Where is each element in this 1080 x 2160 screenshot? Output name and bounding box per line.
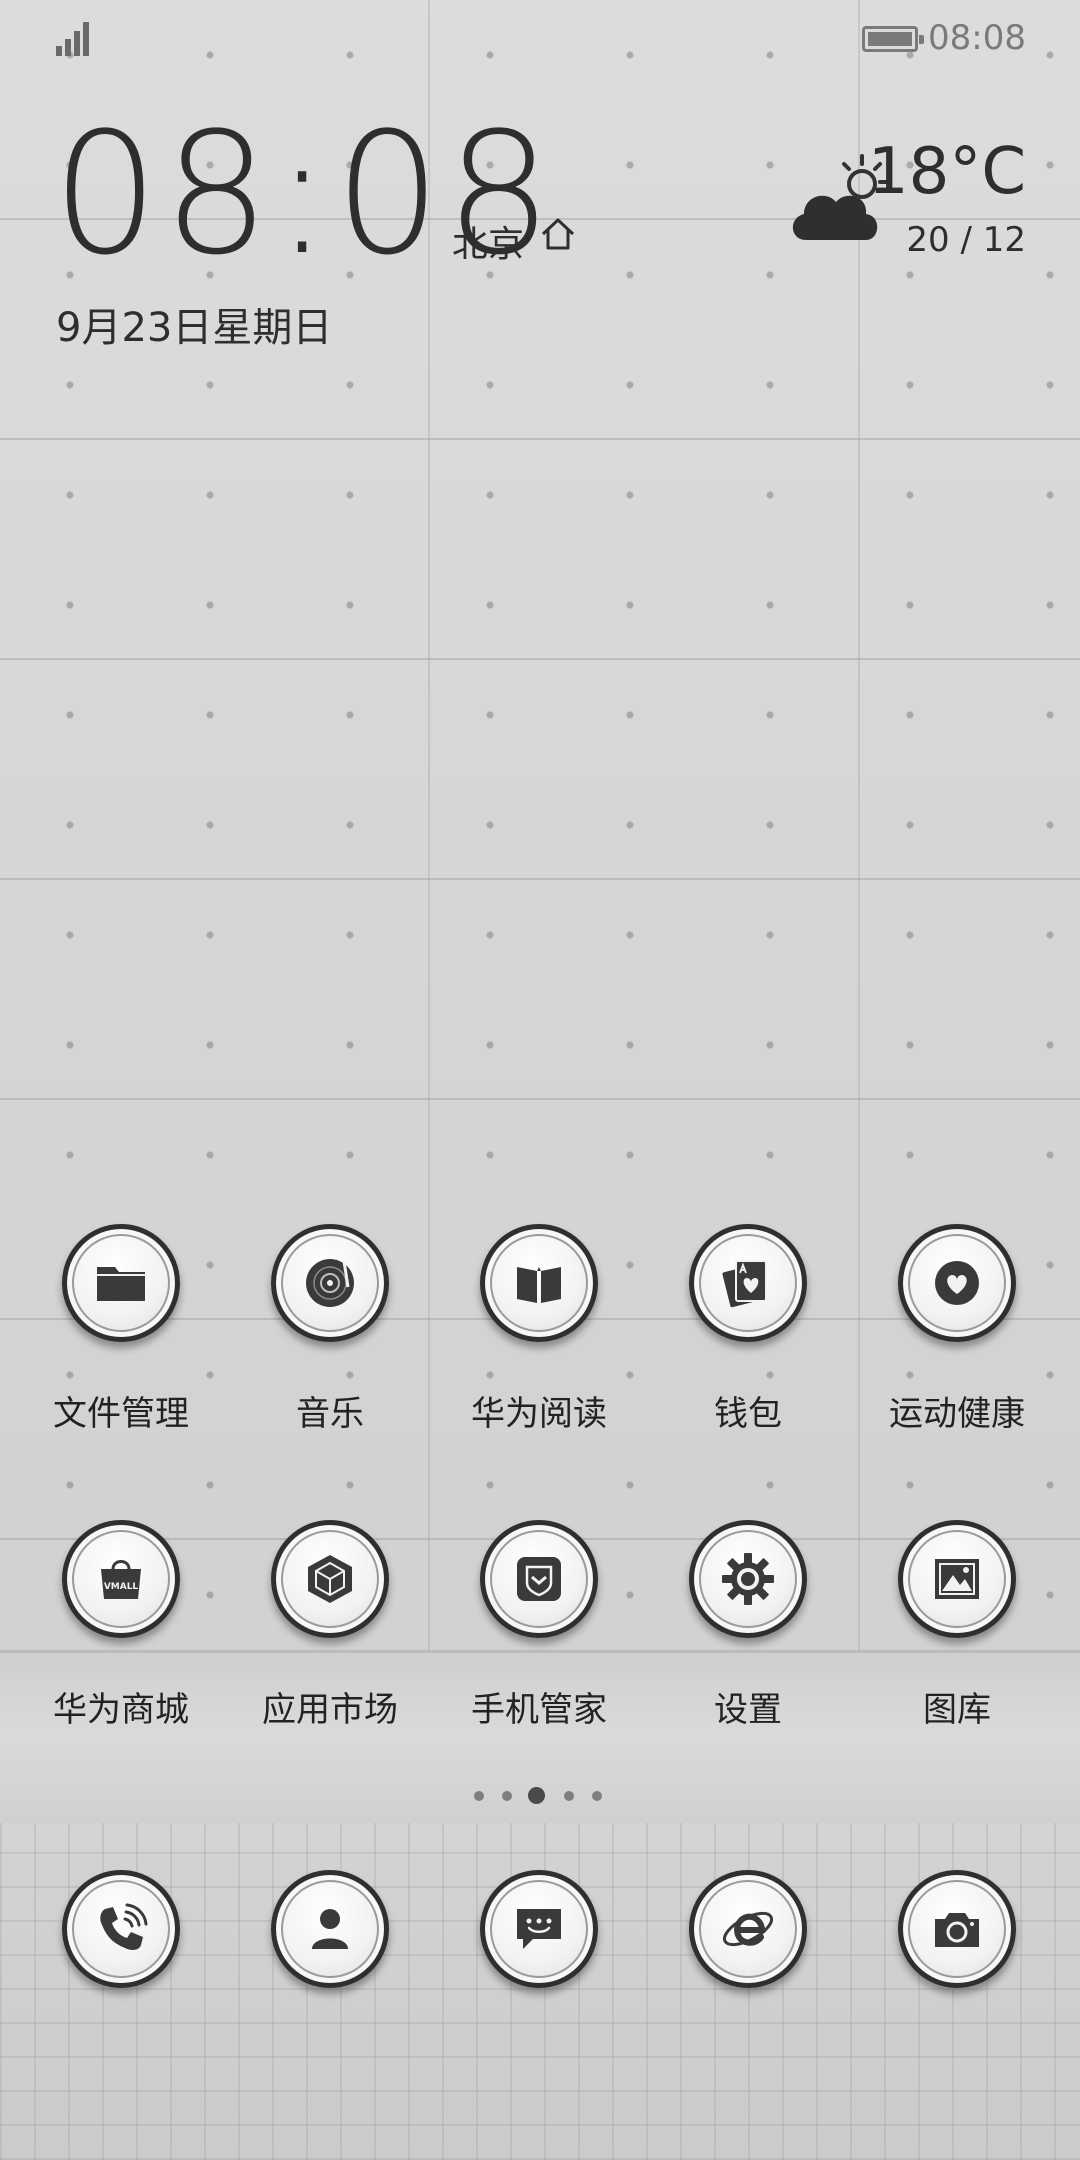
wallet-cards-icon [722, 1260, 767, 1308]
app-music[interactable]: 音乐 [225, 1224, 435, 1435]
battery-icon [862, 26, 924, 52]
app-button[interactable] [689, 1224, 807, 1342]
app-settings[interactable]: 设置 [643, 1520, 853, 1731]
shield-check-icon [517, 1557, 561, 1601]
folder-icon [97, 1267, 145, 1301]
dock-browser[interactable] [643, 1870, 853, 1988]
browser-icon [722, 1911, 774, 1947]
gallery-icon [935, 1559, 979, 1599]
app-vmall[interactable]: VMALL 华为商城 [16, 1520, 226, 1731]
dock-button[interactable] [62, 1870, 180, 1988]
music-disc-icon [306, 1259, 354, 1307]
page-dot[interactable] [474, 1791, 484, 1801]
dock-button[interactable] [271, 1870, 389, 1988]
app-button[interactable] [689, 1520, 807, 1638]
app-label: 华为商城 [53, 1690, 189, 1730]
app-button[interactable] [62, 1224, 180, 1342]
app-label: 钱包 [714, 1394, 782, 1434]
page-indicator[interactable] [470, 1786, 610, 1806]
app-button[interactable]: VMALL [62, 1520, 180, 1638]
phone-icon [100, 1903, 148, 1950]
dock-contacts[interactable] [225, 1870, 435, 1988]
weather-temperature: 18°C [867, 135, 1026, 209]
dock-camera[interactable] [852, 1870, 1062, 1988]
page-dot[interactable] [564, 1791, 574, 1801]
book-icon [517, 1267, 561, 1303]
app-appgallery[interactable]: 应用市场 [225, 1520, 435, 1731]
clock-widget-city: 北京 [452, 224, 525, 265]
app-label: 华为阅读 [471, 1394, 607, 1434]
app-label: 运动健康 [889, 1394, 1025, 1434]
page-dot[interactable] [502, 1791, 512, 1801]
app-phone-manager[interactable]: 手机管家 [434, 1520, 644, 1731]
app-label: 手机管家 [471, 1690, 607, 1730]
battery-fill [868, 32, 912, 46]
svg-text:VMALL: VMALL [104, 1582, 139, 1592]
app-button[interactable] [898, 1224, 1016, 1342]
app-button[interactable] [271, 1520, 389, 1638]
home-screen: 08:08 08:08 北京 9月23日星期日 18°C 20 / 12 文件管… [0, 0, 1080, 2160]
app-file-manager[interactable]: 文件管理 [16, 1224, 226, 1435]
app-button[interactable] [480, 1520, 598, 1638]
status-bar: 08:08 [0, 0, 1080, 80]
app-gallery[interactable]: 图库 [852, 1520, 1062, 1731]
app-button[interactable] [271, 1224, 389, 1342]
app-label: 图库 [923, 1690, 991, 1730]
dock-button[interactable] [689, 1870, 807, 1988]
app-label: 文件管理 [53, 1394, 189, 1434]
home-location-icon [541, 218, 575, 250]
app-huawei-reader[interactable]: 华为阅读 [434, 1224, 644, 1435]
app-label: 音乐 [296, 1394, 364, 1434]
app-label: 设置 [714, 1690, 782, 1730]
page-dot-active[interactable] [528, 1787, 545, 1804]
weather-temperature-range: 20 / 12 [906, 220, 1026, 260]
signal-strength-icon [56, 22, 96, 56]
clock-widget-date: 9月23日星期日 [56, 305, 333, 351]
vmall-bag-icon: VMALL [101, 1560, 141, 1599]
app-button[interactable] [898, 1520, 1016, 1638]
status-time: 08:08 [928, 18, 1026, 58]
messages-icon [517, 1909, 561, 1949]
app-button[interactable] [480, 1224, 598, 1342]
dock-button[interactable] [898, 1870, 1016, 1988]
dock-phone[interactable] [16, 1870, 226, 1988]
app-label: 应用市场 [262, 1690, 398, 1730]
app-wallet[interactable]: 钱包 [643, 1224, 853, 1435]
heart-icon [935, 1261, 979, 1305]
cube-icon [308, 1555, 352, 1603]
app-health[interactable]: 运动健康 [852, 1224, 1062, 1435]
dock-messages[interactable] [434, 1870, 644, 1988]
dock-button[interactable] [480, 1870, 598, 1988]
camera-icon [935, 1913, 979, 1947]
page-dot[interactable] [592, 1791, 602, 1801]
contacts-icon [312, 1909, 348, 1949]
gear-icon [722, 1553, 774, 1605]
